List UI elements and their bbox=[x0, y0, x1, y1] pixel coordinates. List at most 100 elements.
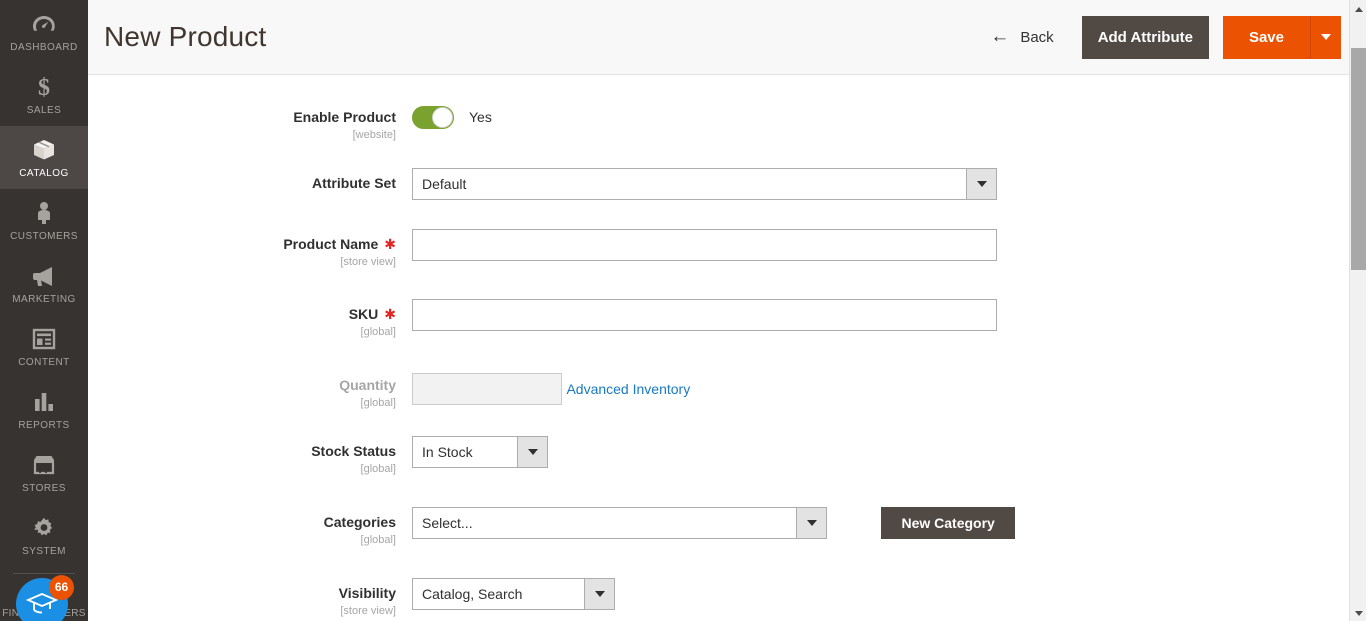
required-indicator: ✱ bbox=[384, 236, 396, 252]
enable-product-toggle-state: Yes bbox=[469, 106, 492, 129]
field-label-col: Product Name ✱ [store view] bbox=[88, 229, 412, 269]
field-ctrl-col: Advanced Inventory bbox=[412, 370, 1366, 405]
categories-select[interactable]: Select... bbox=[412, 507, 827, 539]
arrow-left-icon: ← bbox=[990, 29, 1009, 45]
chevron-down-icon[interactable] bbox=[517, 437, 547, 467]
back-button[interactable]: ← Back bbox=[976, 21, 1067, 54]
enable-product-scope: [website] bbox=[88, 128, 396, 142]
field-ctrl-col: Select... New Category bbox=[412, 507, 1366, 539]
sidebar-item-reports[interactable]: Reports bbox=[0, 378, 88, 441]
chevron-down-icon bbox=[1321, 34, 1331, 40]
dollar-sign-icon: $ bbox=[2, 73, 86, 101]
product-name-scope: [store view] bbox=[88, 255, 396, 269]
field-label-col: SKU✱ [global] bbox=[88, 299, 412, 339]
sidebar-item-dashboard[interactable]: Dashboard bbox=[0, 0, 88, 63]
sidebar-item-marketing[interactable]: Marketing bbox=[0, 252, 88, 315]
save-button[interactable]: Save bbox=[1223, 16, 1310, 59]
field-sku: SKU✱ [global] bbox=[88, 299, 1366, 339]
field-ctrl-col: Catalog, Search bbox=[412, 578, 1366, 610]
sidebar-item-content[interactable]: Content bbox=[0, 315, 88, 378]
scrollbar-thumb[interactable] bbox=[1351, 48, 1366, 270]
field-ctrl-col: Default bbox=[412, 168, 1366, 200]
field-ctrl-col: In Stock bbox=[412, 436, 1366, 468]
visibility-select[interactable]: Catalog, Search bbox=[412, 578, 615, 610]
categories-label: Categories bbox=[324, 514, 396, 530]
sidebar-item-catalog[interactable]: Catalog bbox=[0, 126, 88, 189]
scroll-down-arrow[interactable] bbox=[1350, 604, 1366, 621]
scroll-up-arrow[interactable] bbox=[1350, 0, 1366, 17]
page-header: New Product ← Back Add Attribute Save bbox=[88, 0, 1366, 75]
page-title: New Product bbox=[104, 20, 976, 54]
quantity-scope: [global] bbox=[88, 396, 396, 410]
field-label-col: Quantity [global] bbox=[88, 370, 412, 410]
svg-text:$: $ bbox=[38, 75, 50, 100]
field-ctrl-col bbox=[412, 229, 1366, 261]
find-partners-count-badge: 66 bbox=[49, 575, 74, 600]
sku-scope: [global] bbox=[88, 325, 396, 339]
sidebar-item-label: System bbox=[2, 546, 86, 558]
megaphone-icon bbox=[2, 262, 86, 290]
save-options-caret[interactable] bbox=[1310, 16, 1341, 59]
sidebar-item-label: Customers bbox=[2, 231, 86, 243]
save-split-button: Save bbox=[1223, 16, 1341, 59]
admin-sidebar: Dashboard $ Sales Catalog Cu bbox=[0, 0, 88, 621]
enable-product-toggle-row: Yes bbox=[412, 102, 1366, 129]
field-quantity: Quantity [global] Advanced Inventory bbox=[88, 370, 1366, 410]
attribute-set-select[interactable]: Default bbox=[412, 168, 997, 200]
quantity-label: Quantity bbox=[339, 377, 396, 393]
add-attribute-button[interactable]: Add Attribute bbox=[1082, 16, 1209, 59]
sku-label: SKU bbox=[349, 306, 379, 322]
enable-product-toggle[interactable] bbox=[412, 106, 454, 129]
field-ctrl-col: Yes bbox=[412, 102, 1366, 129]
field-enable-product: Enable Product [website] Yes bbox=[88, 102, 1366, 142]
sidebar-item-stores[interactable]: Stores bbox=[0, 441, 88, 504]
chevron-down-icon[interactable] bbox=[796, 508, 826, 538]
categories-scope: [global] bbox=[88, 533, 396, 547]
header-actions: ← Back Add Attribute Save bbox=[976, 16, 1341, 59]
chevron-down-icon[interactable] bbox=[966, 169, 996, 199]
field-product-name: Product Name ✱ [store view] bbox=[88, 229, 1366, 269]
enable-product-label: Enable Product bbox=[293, 109, 396, 125]
visibility-scope: [store view] bbox=[88, 604, 396, 618]
attribute-set-label: Attribute Set bbox=[312, 175, 396, 191]
find-partners-badge-wrap: 66 bbox=[16, 578, 70, 621]
dashboard-gauge-icon bbox=[2, 10, 86, 38]
main-content: New Product ← Back Add Attribute Save En… bbox=[88, 0, 1366, 621]
stock-status-value: In Stock bbox=[413, 437, 517, 467]
product-name-label: Product Name bbox=[283, 236, 378, 252]
new-category-button[interactable]: New Category bbox=[881, 507, 1014, 539]
chevron-down-icon[interactable] bbox=[584, 579, 614, 609]
sidebar-item-system[interactable]: System bbox=[0, 504, 88, 567]
page-scrollbar[interactable] bbox=[1349, 0, 1366, 621]
back-button-label: Back bbox=[1020, 29, 1053, 46]
triangle-up-icon bbox=[1355, 7, 1363, 12]
stock-status-select[interactable]: In Stock bbox=[412, 436, 548, 468]
product-form: Enable Product [website] Yes Attribute S… bbox=[88, 75, 1366, 621]
sidebar-item-label: Content bbox=[2, 357, 86, 369]
attribute-set-value: Default bbox=[413, 169, 966, 199]
advanced-inventory-link[interactable]: Advanced Inventory bbox=[566, 381, 690, 397]
field-label-col: Stock Status [global] bbox=[88, 436, 412, 476]
sidebar-item-label: Stores bbox=[2, 483, 86, 495]
product-name-input[interactable] bbox=[412, 229, 997, 261]
stock-status-scope: [global] bbox=[88, 462, 396, 476]
sidebar-item-label: Catalog bbox=[2, 168, 86, 180]
sidebar-item-sales[interactable]: $ Sales bbox=[0, 63, 88, 126]
storefront-icon bbox=[2, 451, 86, 479]
sidebar-item-find-partners[interactable]: Find Partners & Extensions 66 bbox=[0, 574, 88, 621]
field-label-col: Enable Product [website] bbox=[88, 102, 412, 142]
field-label-col: Categories [global] bbox=[88, 507, 412, 547]
field-visibility: Visibility [store view] Catalog, Search bbox=[88, 578, 1366, 618]
quantity-input[interactable] bbox=[412, 373, 562, 405]
field-attribute-set: Attribute Set Default bbox=[88, 168, 1366, 200]
sku-input[interactable] bbox=[412, 299, 997, 331]
sidebar-item-label: Sales bbox=[2, 105, 86, 117]
field-label-col: Attribute Set bbox=[88, 168, 412, 193]
sidebar-item-customers[interactable]: Customers bbox=[0, 189, 88, 252]
box-icon bbox=[2, 136, 86, 164]
visibility-value: Catalog, Search bbox=[413, 579, 584, 609]
sidebar-item-label: Marketing bbox=[2, 294, 86, 306]
field-label-col: Visibility [store view] bbox=[88, 578, 412, 618]
toggle-knob bbox=[432, 107, 453, 128]
layout-panel-icon bbox=[2, 325, 86, 353]
